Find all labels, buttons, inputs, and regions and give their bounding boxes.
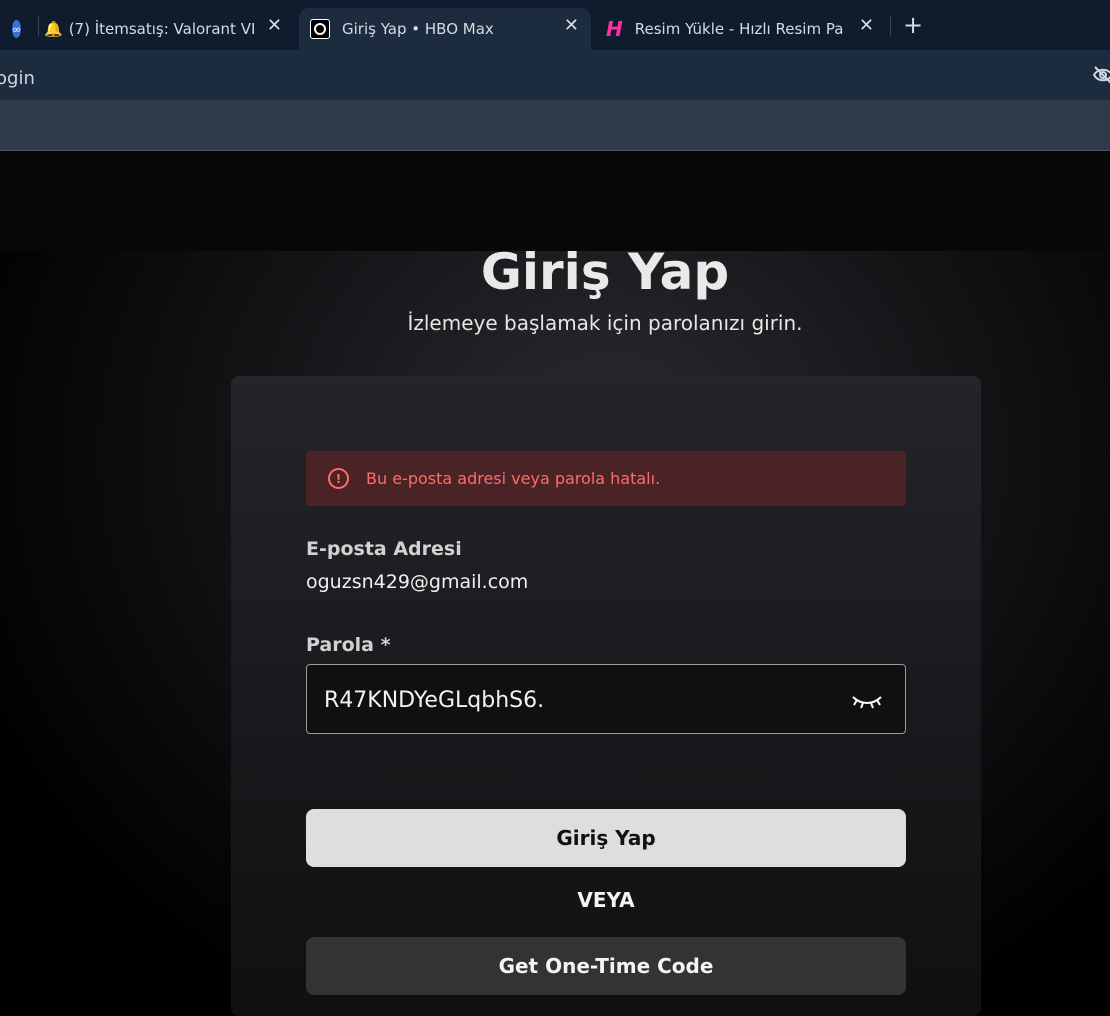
error-alert: ! Bu e-posta adresi veya parola hatalı. (306, 451, 906, 506)
password-input[interactable] (322, 665, 826, 735)
eye-off-icon[interactable] (1092, 66, 1110, 84)
email-value: oguzsn429@gmail.com (306, 571, 529, 593)
eye-closed-icon[interactable] (851, 691, 883, 709)
address-bar[interactable]: ogin (0, 50, 1110, 100)
error-icon: ! (328, 468, 349, 489)
bell-icon: 🔔 (44, 20, 63, 38)
password-label: Parola * (306, 634, 391, 656)
one-time-code-button[interactable]: Get One-Time Code (306, 937, 906, 995)
login-card: ! Bu e-posta adresi veya parola hatalı. … (231, 376, 981, 1016)
email-label: E-posta Adresi (306, 538, 462, 560)
password-field[interactable] (306, 664, 906, 735)
bookmarks-bar (0, 100, 1110, 151)
tab-separator (890, 16, 891, 36)
tab-resim-yukle[interactable]: H Resim Yükle - Hızlı Resim Paylaşı ✕ (606, 8, 886, 50)
link-icon: ∞ (12, 20, 22, 38)
error-message: Bu e-posta adresi veya parola hatalı. (366, 469, 661, 488)
hbo-icon (310, 19, 330, 39)
new-tab-button[interactable]: + (903, 11, 923, 39)
page-subtitle: İzlemeye başlamak için parolanızı girin. (407, 311, 803, 335)
page-content: Giriş Yap İzlemeye başlamak için parolan… (0, 151, 1110, 1016)
h-logo-icon: H (606, 17, 623, 41)
site-header (0, 151, 1110, 251)
tab-title: Giriş Yap • HBO Max (342, 20, 494, 38)
tab-separator (38, 16, 39, 36)
address-text[interactable]: ogin (0, 68, 35, 89)
close-tab-icon[interactable]: ✕ (267, 15, 282, 36)
close-tab-icon[interactable]: ✕ (564, 15, 579, 36)
close-tab-icon[interactable]: ✕ (859, 15, 874, 36)
tab-hbo-max[interactable]: Giriş Yap • HBO Max ✕ (299, 8, 591, 50)
tab-title: (7) İtemsatış: Valorant VP, Pu (68, 20, 254, 38)
signin-button[interactable]: Giriş Yap (306, 809, 906, 867)
or-divider-text: VEYA (577, 888, 635, 912)
page-title: Giriş Yap (480, 243, 730, 301)
tab-title: Resim Yükle - Hızlı Resim Paylaşı (634, 20, 843, 38)
browser-tab-strip: ∞ 🔔 (7) İtemsatış: Valorant VP, Pu ✕ Gir… (0, 0, 1110, 50)
tab-itemsatis[interactable]: 🔔 (7) İtemsatış: Valorant VP, Pu ✕ (44, 8, 294, 50)
